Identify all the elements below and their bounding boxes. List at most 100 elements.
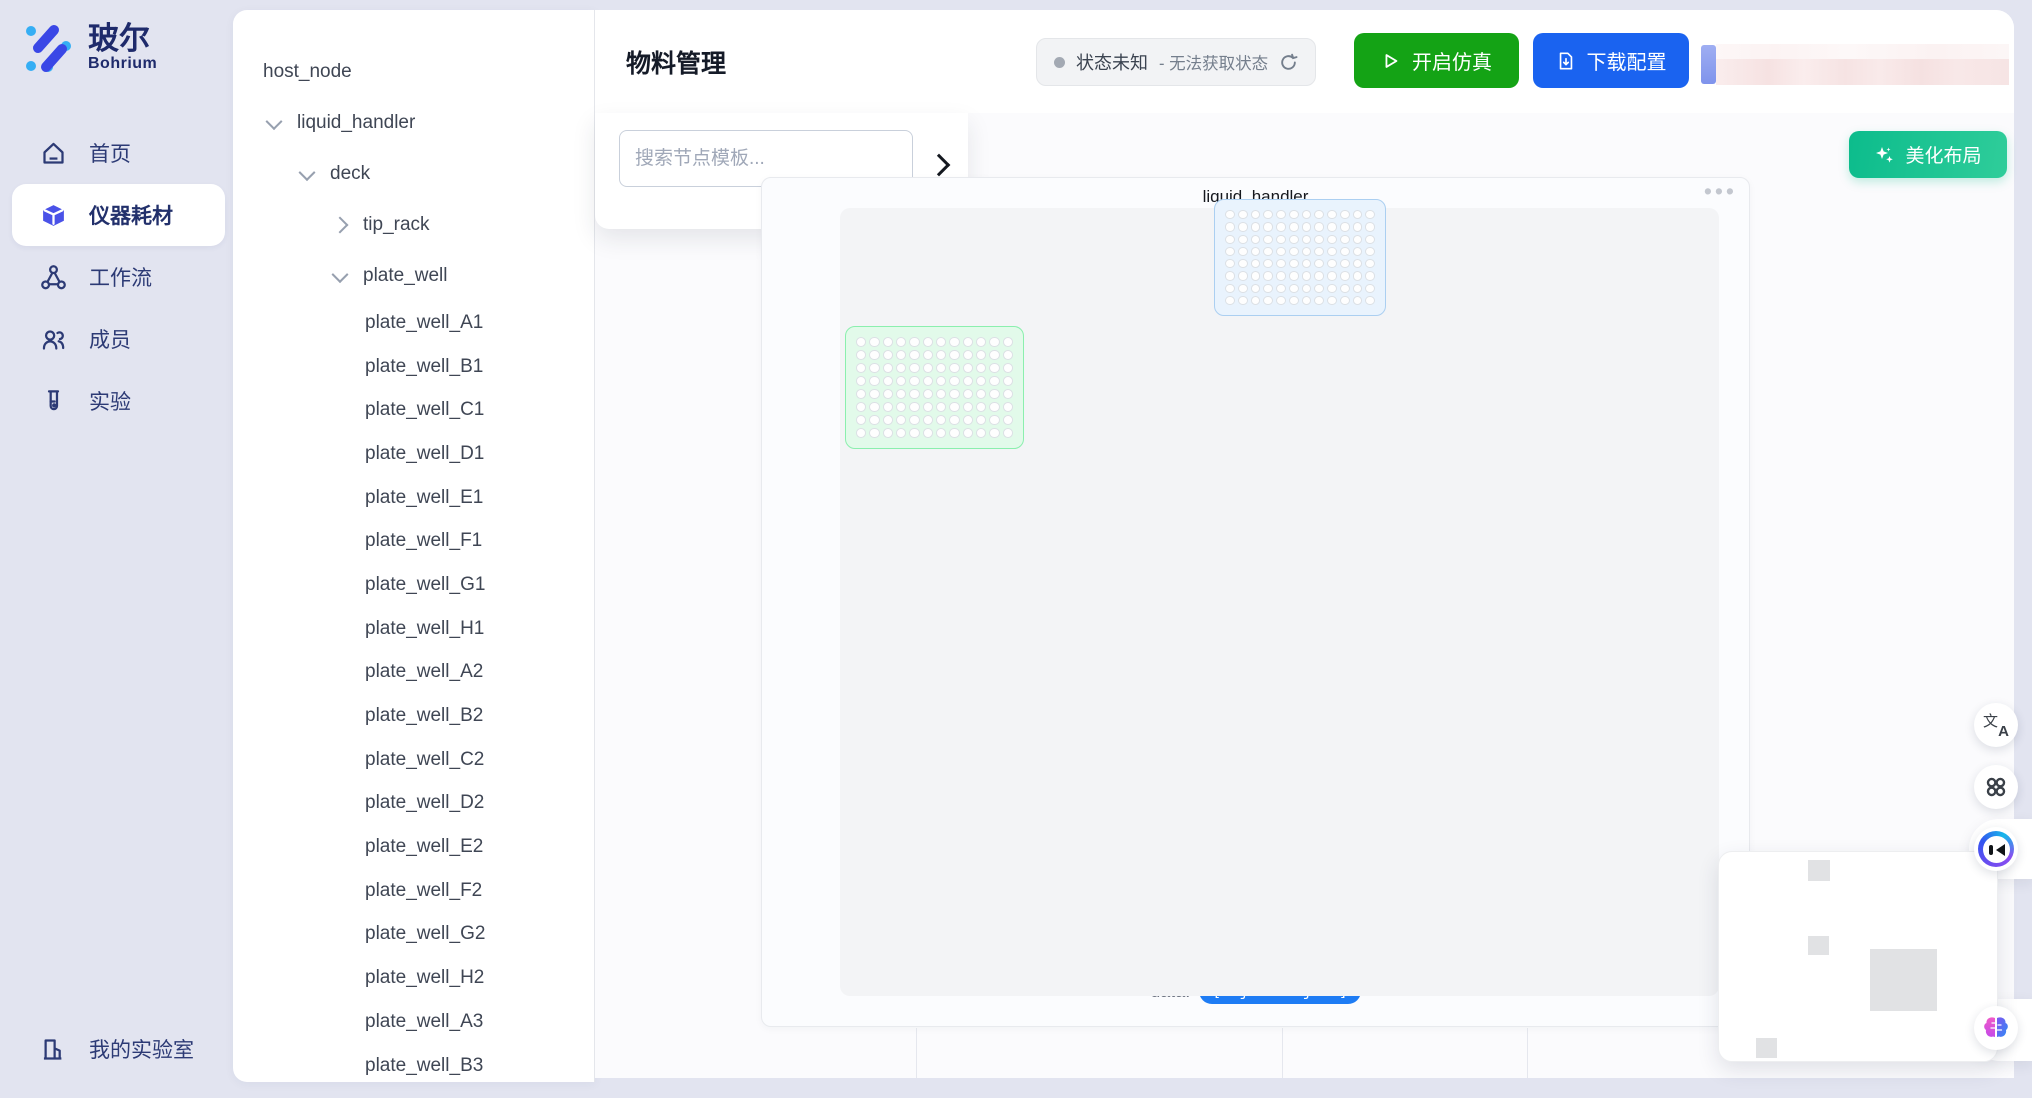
tree-node-plate_well_F1[interactable]: plate_well_F1	[233, 519, 594, 563]
tree-node-label: plate_well_D1	[365, 443, 484, 465]
well	[1353, 259, 1363, 268]
node-tree: host_nodeliquid_handlerdecktip_rackplate…	[233, 10, 594, 1082]
app-window: 玻尔 Bohrium 首页 仪器耗材	[0, 0, 2032, 1098]
tree-node-liquid_handler[interactable]: liquid_handler	[233, 97, 594, 148]
well	[936, 376, 946, 386]
well	[1353, 235, 1363, 244]
minimap[interactable]	[1718, 851, 1998, 1062]
tree-node-plate_well_B2[interactable]: plate_well_B2	[233, 694, 594, 738]
sidebar-item-members[interactable]: 成员	[0, 308, 233, 370]
well	[883, 350, 893, 360]
tree-node-plate_well_D2[interactable]: plate_well_D2	[233, 782, 594, 826]
well	[1289, 296, 1299, 305]
well	[1289, 271, 1299, 280]
sidebar-item-experiments[interactable]: 实验	[0, 370, 233, 432]
tree-node-host_node[interactable]: host_node	[233, 46, 594, 97]
beautify-layout-button[interactable]: 美化布局	[1849, 131, 2007, 178]
chevron-down-icon[interactable]	[266, 113, 283, 130]
well	[869, 363, 879, 373]
well	[909, 376, 919, 386]
well	[1276, 210, 1286, 219]
well	[976, 415, 986, 425]
sidebar-item-workflow[interactable]: 工作流	[0, 246, 233, 308]
well	[1340, 247, 1350, 256]
tree-node-plate_well_H1[interactable]: plate_well_H1	[233, 607, 594, 651]
download-config-button[interactable]: 下载配置	[1533, 33, 1689, 88]
tree-node-label: plate_well_A3	[365, 1011, 483, 1033]
well	[1263, 222, 1273, 231]
collapse-panel-icon[interactable]	[928, 154, 951, 177]
sidebar-item-home[interactable]: 首页	[0, 122, 233, 184]
tree-node-plate_well_E1[interactable]: plate_well_E1	[233, 476, 594, 520]
chevron-right-icon[interactable]	[332, 216, 349, 233]
well	[896, 376, 906, 386]
tree-node-tip_rack[interactable]: tip_rack	[233, 199, 594, 250]
tree-node-plate_well_C2[interactable]: plate_well_C2	[233, 738, 594, 782]
layout-canvas[interactable]: 共 0 条结果 美化布局 liquid_handler ••• dat	[595, 113, 2014, 1078]
tree-node-plate_well[interactable]: plate_well	[233, 250, 594, 301]
well	[1238, 247, 1248, 256]
tree-node-plate_well_A1[interactable]: plate_well_A1	[233, 301, 594, 345]
cube-icon	[40, 202, 67, 229]
well	[1263, 235, 1273, 244]
robot-icon	[1978, 831, 2014, 867]
tree-node-plate_well_E2[interactable]: plate_well_E2	[233, 825, 594, 869]
well-plate[interactable]	[845, 326, 1024, 449]
start-simulation-button[interactable]: 开启仿真	[1354, 33, 1519, 88]
well	[989, 350, 999, 360]
ai-brain-button[interactable]	[1974, 1006, 2018, 1050]
well	[1353, 247, 1363, 256]
tree-node-plate_well_H2[interactable]: plate_well_H2	[233, 956, 594, 1000]
well	[856, 428, 866, 438]
tree-node-plate_well_A3[interactable]: plate_well_A3	[233, 1000, 594, 1044]
more-options-icon[interactable]: •••	[1704, 180, 1737, 203]
tree-node-plate_well_G1[interactable]: plate_well_G1	[233, 563, 594, 607]
well	[1251, 296, 1261, 305]
canvas-gridline	[916, 1028, 917, 1078]
well	[1302, 259, 1312, 268]
well	[1365, 247, 1375, 256]
home-icon	[40, 140, 67, 167]
liquid-handler-node-card[interactable]: liquid_handler ••• data: [object Object]	[761, 177, 1750, 1027]
tree-node-plate_well_F2[interactable]: plate_well_F2	[233, 869, 594, 913]
robot-assistant-button[interactable]	[1974, 827, 2018, 871]
well	[963, 415, 973, 425]
well	[1003, 402, 1013, 412]
apps-grid-button[interactable]	[1974, 765, 2018, 809]
tree-node-plate_well_A2[interactable]: plate_well_A2	[233, 651, 594, 695]
well	[1251, 284, 1261, 293]
well	[1314, 247, 1324, 256]
well	[976, 389, 986, 399]
well	[1289, 222, 1299, 231]
chevron-down-icon[interactable]	[332, 266, 349, 283]
well	[883, 402, 893, 412]
well	[976, 376, 986, 386]
well	[1003, 350, 1013, 360]
well	[1276, 284, 1286, 293]
well	[1302, 284, 1312, 293]
tree-node-label: plate_well_B1	[365, 356, 483, 378]
tree-node-plate_well_G2[interactable]: plate_well_G2	[233, 913, 594, 957]
tree-node-plate_well_B3[interactable]: plate_well_B3	[233, 1044, 594, 1082]
avatar	[1701, 45, 1716, 84]
tree-node-deck[interactable]: deck	[233, 148, 594, 199]
chevron-down-icon[interactable]	[299, 164, 316, 181]
tree-node-plate_well_D1[interactable]: plate_well_D1	[233, 432, 594, 476]
sidebar-item-instruments[interactable]: 仪器耗材	[12, 184, 225, 246]
well	[1225, 235, 1235, 244]
well	[989, 363, 999, 373]
well	[1238, 210, 1248, 219]
tip-rack-plate[interactable]	[1214, 199, 1386, 316]
tree-node-plate_well_B1[interactable]: plate_well_B1	[233, 345, 594, 389]
well	[1353, 271, 1363, 280]
well	[883, 389, 893, 399]
well	[1251, 235, 1261, 244]
tree-node-plate_well_C1[interactable]: plate_well_C1	[233, 388, 594, 432]
well	[963, 363, 973, 373]
well	[1238, 284, 1248, 293]
translate-button[interactable]: 文 A	[1974, 703, 2018, 747]
refresh-icon[interactable]	[1279, 53, 1298, 72]
well	[883, 415, 893, 425]
well	[1003, 337, 1013, 347]
well	[1263, 271, 1273, 280]
